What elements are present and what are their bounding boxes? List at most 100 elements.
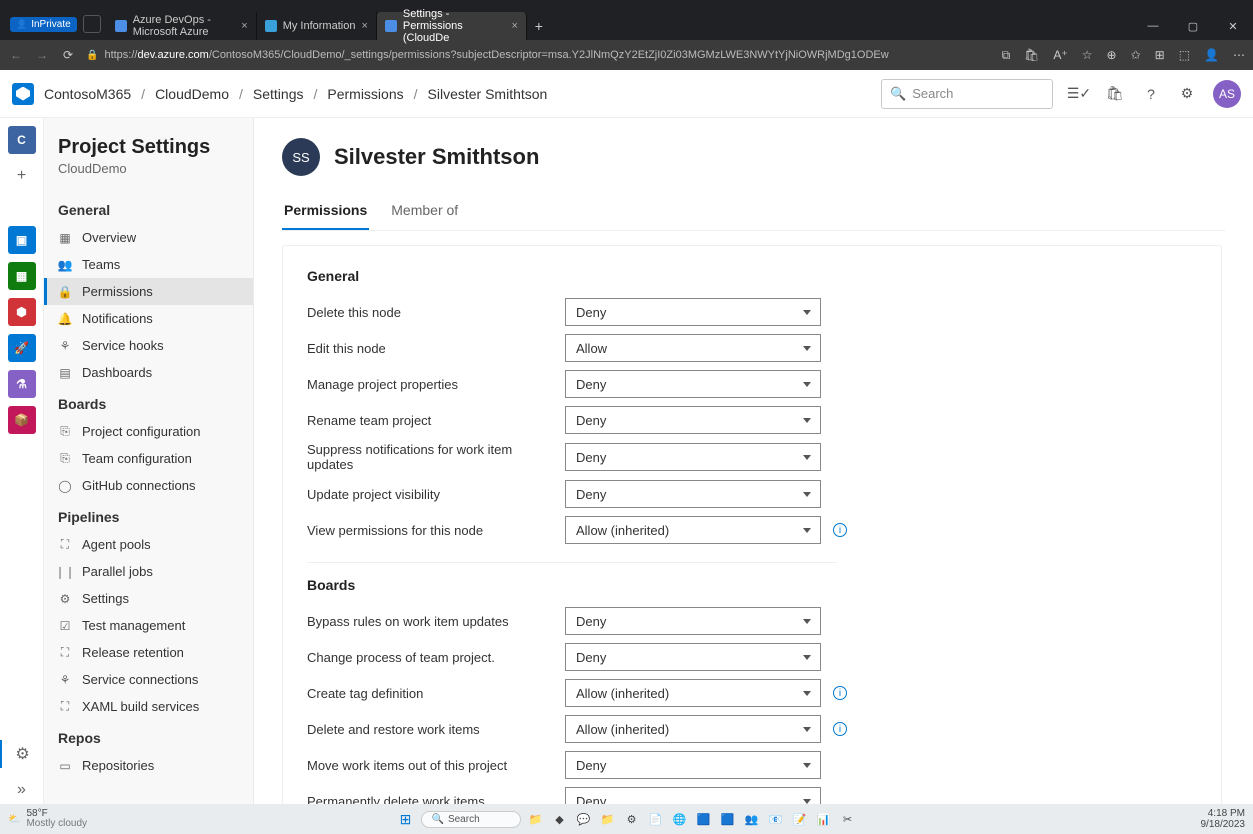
permission-select[interactable]: Deny	[565, 298, 821, 326]
breadcrumb-item[interactable]: CloudDemo	[155, 86, 229, 102]
tab-member-of[interactable]: Member of	[389, 192, 460, 230]
sidebar-item[interactable]: ❘❘Parallel jobs	[44, 558, 253, 585]
permission-select[interactable]: Deny	[565, 607, 821, 635]
rail-testplans-icon[interactable]: ⚗	[8, 370, 36, 398]
taskbar-app-icon[interactable]: 🟦	[695, 810, 713, 828]
taskbar-app-icon[interactable]: 📧	[767, 810, 785, 828]
info-icon[interactable]: i	[833, 523, 847, 537]
address-bar[interactable]: 🔒 https://dev.azure.com/ContosoM365/Clou…	[86, 49, 992, 61]
sidebar-item[interactable]: ⛶Agent pools	[44, 531, 253, 558]
back-button[interactable]: ←	[8, 48, 24, 62]
read-aloud-icon[interactable]: A⁺	[1053, 48, 1067, 62]
sidebar-item[interactable]: ▦Overview	[44, 224, 253, 251]
taskbar-app-icon[interactable]: 📝	[791, 810, 809, 828]
taskbar-app-icon[interactable]: 🌐	[671, 810, 689, 828]
favorites-icon[interactable]: ✩	[1131, 48, 1141, 62]
search-input[interactable]: 🔍 Search	[881, 79, 1053, 109]
info-icon[interactable]: i	[833, 686, 847, 700]
shopping-icon[interactable]: 🛍	[1024, 48, 1039, 62]
sidebar-item[interactable]: ⚘Service hooks	[44, 332, 253, 359]
sidebar-item[interactable]: ▤Dashboards	[44, 359, 253, 386]
profile-icon[interactable]: 👤	[1204, 48, 1219, 62]
new-tab-button[interactable]: +	[527, 18, 551, 34]
rail-pipelines-icon[interactable]: 🚀	[8, 334, 36, 362]
taskbar-app-icon[interactable]: 📊	[815, 810, 833, 828]
collections-icon[interactable]: ⊞	[1155, 48, 1165, 62]
close-icon[interactable]: ×	[511, 20, 517, 32]
permission-select[interactable]: Deny	[565, 787, 821, 804]
tab-permissions[interactable]: Permissions	[282, 192, 369, 230]
taskbar-app-icon[interactable]: 📄	[647, 810, 665, 828]
permission-select[interactable]: Deny	[565, 643, 821, 671]
rail-project-icon[interactable]: C	[8, 126, 36, 154]
breadcrumb-item[interactable]: Permissions	[327, 86, 403, 102]
minimize-button[interactable]: ―	[1133, 12, 1173, 40]
sidebar-item[interactable]: 👥Teams	[44, 251, 253, 278]
sync-icon[interactable]: ⧉	[1002, 48, 1011, 63]
refresh-button[interactable]: ⟳	[60, 48, 76, 62]
permission-select[interactable]: Allow (inherited)	[565, 715, 821, 743]
rail-boards-icon[interactable]: ▦	[8, 262, 36, 290]
rail-artifacts-icon[interactable]: 📦	[8, 406, 36, 434]
maximize-button[interactable]: ▢	[1173, 12, 1213, 40]
permission-select[interactable]: Allow (inherited)	[565, 679, 821, 707]
browser-tab[interactable]: Azure DevOps - Microsoft Azure×	[107, 12, 257, 40]
breadcrumb-item[interactable]: Silvester Smithtson	[428, 86, 548, 102]
sidebar-item[interactable]: 🔔Notifications	[44, 305, 253, 332]
taskbar-app-icon[interactable]: 💬	[575, 810, 593, 828]
extensions-icon[interactable]: ⬚	[1179, 48, 1190, 62]
rail-repos-icon[interactable]: ⬢	[8, 298, 36, 326]
breadcrumb-item[interactable]: Settings	[253, 86, 304, 102]
breadcrumb-item[interactable]: ContosoM365	[44, 86, 131, 102]
addbar-icon[interactable]: ⊕	[1107, 48, 1117, 62]
browser-tab[interactable]: My Information×	[257, 12, 377, 40]
taskbar-app-icon[interactable]: ✂	[839, 810, 857, 828]
sidebar-item[interactable]: ▭Repositories	[44, 752, 253, 779]
browser-tab[interactable]: Settings - Permissions (CloudDe×	[377, 12, 527, 40]
help-icon[interactable]: ?	[1141, 84, 1161, 104]
work-items-icon[interactable]: ☰✓	[1069, 84, 1089, 104]
menu-icon[interactable]: ⋯	[1233, 48, 1245, 62]
settings-icon[interactable]: ⚙	[1177, 84, 1197, 104]
close-icon[interactable]: ×	[361, 20, 367, 32]
rail-add-button[interactable]: +	[8, 162, 36, 190]
taskbar-app-icon[interactable]: 📁	[599, 810, 617, 828]
favorite-icon[interactable]: ☆	[1082, 48, 1093, 62]
close-window-button[interactable]: ✕	[1213, 12, 1253, 40]
taskbar-app-icon[interactable]: 📁	[527, 810, 545, 828]
taskbar-search[interactable]: 🔍 Search	[421, 811, 521, 828]
sidebar-item[interactable]: ⛶Release retention	[44, 639, 253, 666]
taskbar-app-icon[interactable]: 🟦	[719, 810, 737, 828]
marketplace-icon[interactable]: 🛍	[1105, 84, 1125, 104]
sidebar-item[interactable]: ⛶XAML build services	[44, 693, 253, 720]
info-icon[interactable]: i	[833, 722, 847, 736]
permission-select[interactable]: Deny	[565, 406, 821, 434]
sidebar-item[interactable]: ⎘Project configuration	[44, 418, 253, 445]
taskbar-app-icon[interactable]: 👥	[743, 810, 761, 828]
start-button[interactable]: ⊞	[397, 810, 415, 828]
sidebar-item[interactable]: ⎘Team configuration	[44, 445, 253, 472]
permission-select[interactable]: Deny	[565, 443, 821, 471]
rail-expand-button[interactable]: »	[8, 776, 36, 804]
sidebar-item[interactable]: ◯GitHub connections	[44, 472, 253, 499]
permission-select[interactable]: Allow (inherited)	[565, 516, 821, 544]
sidebar-item[interactable]: ⚙Settings	[44, 585, 253, 612]
tab-overview-button[interactable]	[83, 15, 101, 33]
close-icon[interactable]: ×	[241, 20, 247, 32]
weather-widget[interactable]: 58°F Mostly cloudy	[26, 809, 87, 829]
permission-select[interactable]: Allow	[565, 334, 821, 362]
rail-overview-icon[interactable]: ▣	[8, 226, 36, 254]
taskbar-app-icon[interactable]: ◆	[551, 810, 569, 828]
permission-select[interactable]: Deny	[565, 751, 821, 779]
sidebar-item[interactable]: 🔒Permissions	[44, 278, 253, 305]
permission-select[interactable]: Deny	[565, 370, 821, 398]
rail-settings-icon[interactable]: ⚙	[0, 740, 43, 768]
azure-devops-logo-icon[interactable]	[12, 83, 34, 105]
avatar[interactable]: AS	[1213, 80, 1241, 108]
sidebar-item[interactable]: ☑Test management	[44, 612, 253, 639]
permission-select[interactable]: Deny	[565, 480, 821, 508]
sidebar-item[interactable]: ⚘Service connections	[44, 666, 253, 693]
taskbar-clock[interactable]: 4:18 PM 9/18/2023	[1201, 808, 1246, 830]
weather-icon[interactable]: ⛅	[8, 814, 20, 825]
taskbar-app-icon[interactable]: ⚙	[623, 810, 641, 828]
